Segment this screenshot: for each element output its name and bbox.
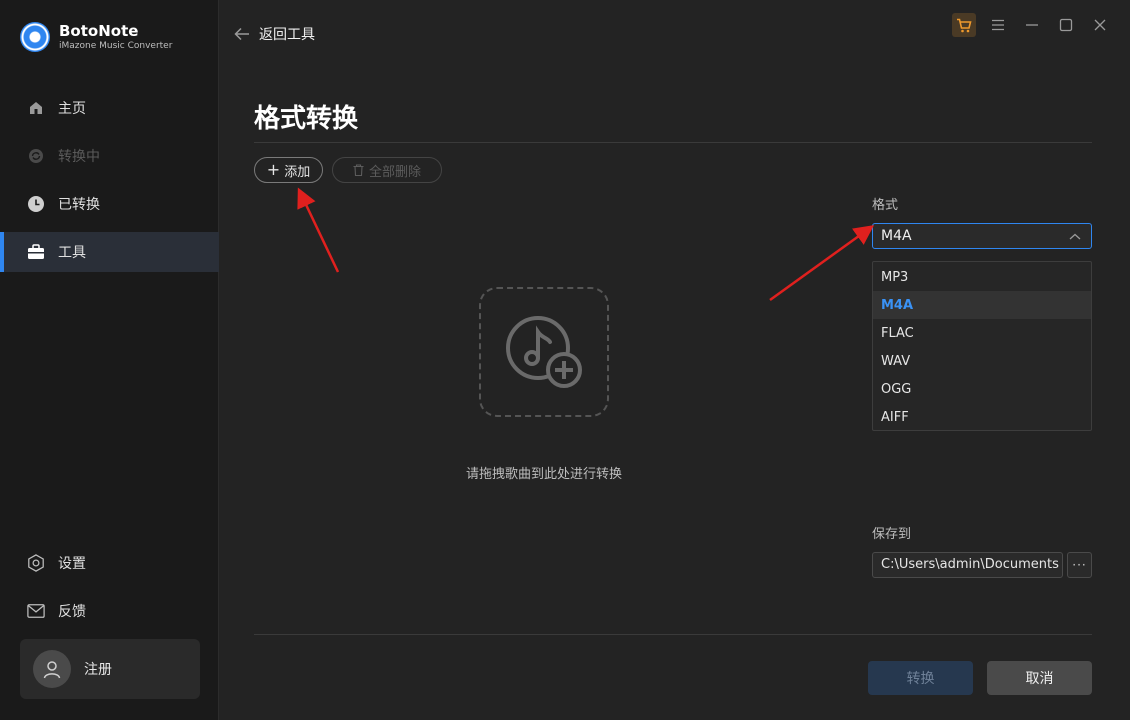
main-panel: 返回工具 格式转换 + 添加 全部删除 请拖拽歌曲到此处进行转换 格式 M4A … (220, 0, 1130, 720)
sidebar-item-label: 设置 (58, 556, 86, 572)
cart-button[interactable] (952, 13, 976, 37)
sidebar-item-settings[interactable]: 设置 (0, 543, 219, 583)
format-option-aiff[interactable]: AIFF (873, 403, 1091, 431)
delete-all-label: 全部删除 (368, 164, 421, 180)
maximize-icon (1059, 18, 1073, 32)
sidebar-item-label: 工具 (58, 245, 86, 261)
format-option-flac[interactable]: FLAC (873, 319, 1091, 347)
format-label: 格式 (872, 198, 899, 213)
register-label: 注册 (84, 662, 112, 678)
format-option-m4a[interactable]: M4A (873, 291, 1091, 319)
maximize-button[interactable] (1054, 13, 1078, 37)
add-label: 添加 (284, 164, 311, 180)
app-logo-icon (20, 22, 50, 52)
page-title: 格式转换 (254, 104, 359, 134)
minimize-icon (1026, 24, 1038, 26)
arrow-left-icon (234, 27, 250, 41)
browse-button[interactable]: ··· (1067, 552, 1092, 578)
sidebar-item-converting[interactable]: 转换中 (0, 136, 219, 176)
close-icon (1094, 19, 1106, 31)
back-button[interactable]: 返回工具 (234, 24, 315, 44)
sidebar-item-tools[interactable]: 工具 (0, 232, 219, 272)
close-button[interactable] (1088, 13, 1112, 37)
format-dropdown: MP3 M4A FLAC WAV OGG AIFF (872, 261, 1092, 431)
trash-icon (353, 164, 364, 176)
music-add-icon (506, 316, 582, 388)
sidebar-item-home[interactable]: 主页 (0, 88, 219, 128)
back-label: 返回工具 (259, 27, 315, 43)
divider (254, 142, 1092, 143)
format-option-ogg[interactable]: OGG (873, 375, 1091, 403)
sidebar-item-label: 转换中 (58, 149, 100, 165)
sync-icon (27, 147, 45, 165)
app-subtitle: iMazone Music Converter (59, 40, 173, 51)
divider (254, 634, 1092, 635)
minimize-button[interactable] (1020, 13, 1044, 37)
sidebar-bottom: 设置 反馈 (0, 543, 219, 639)
add-button[interactable]: + 添加 (254, 157, 323, 183)
app-name: BotoNote (59, 21, 139, 40)
mail-icon (27, 602, 45, 620)
avatar (33, 650, 71, 688)
drop-zone[interactable] (479, 287, 609, 417)
chevron-up-icon (1069, 230, 1081, 246)
sidebar: BotoNote iMazone Music Converter 主页 转换中 … (0, 0, 219, 720)
format-option-wav[interactable]: WAV (873, 347, 1091, 375)
format-value: M4A (881, 228, 912, 244)
save-to-label: 保存到 (872, 527, 912, 542)
gear-icon (27, 554, 45, 572)
cancel-button[interactable]: 取消 (987, 661, 1092, 695)
sidebar-item-feedback[interactable]: 反馈 (0, 591, 219, 631)
sidebar-item-label: 反馈 (58, 604, 86, 620)
menu-icon (992, 19, 1004, 31)
save-path-input[interactable]: C:\Users\admin\Documents (872, 552, 1063, 578)
menu-button[interactable] (986, 13, 1010, 37)
sidebar-item-converted[interactable]: 已转换 (0, 184, 219, 224)
window-controls (942, 13, 1112, 37)
plus-icon: + (266, 160, 281, 179)
format-option-mp3[interactable]: MP3 (873, 263, 1091, 291)
cart-icon (957, 18, 972, 32)
home-icon (27, 99, 45, 117)
sidebar-nav: 主页 转换中 已转换 工具 (0, 88, 219, 280)
clock-icon (27, 195, 45, 213)
sidebar-item-label: 已转换 (58, 197, 100, 213)
toolbox-icon (27, 243, 45, 261)
drop-hint: 请拖拽歌曲到此处进行转换 (465, 467, 622, 482)
convert-button[interactable]: 转换 (868, 661, 973, 695)
sidebar-item-label: 主页 (58, 101, 86, 117)
user-icon (43, 661, 61, 679)
brand: BotoNote iMazone Music Converter (20, 22, 172, 52)
user-card[interactable]: 注册 (20, 639, 200, 699)
format-select[interactable]: M4A (872, 223, 1092, 249)
delete-all-button[interactable]: 全部删除 (332, 157, 442, 183)
